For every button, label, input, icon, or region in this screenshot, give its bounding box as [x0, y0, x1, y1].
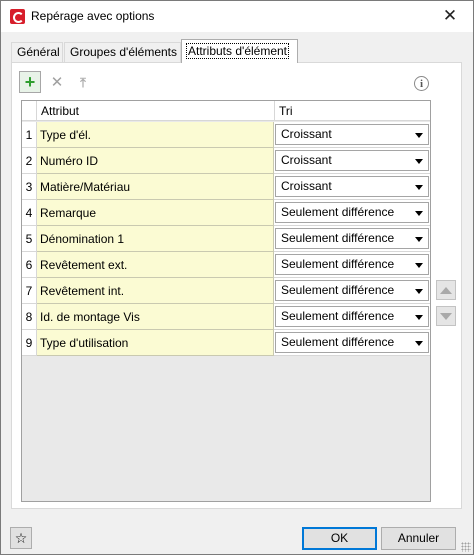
table-row[interactable]: 7 Revêtement int. Seulement différence	[22, 278, 430, 304]
delete-row-button[interactable]: ✕	[46, 71, 68, 93]
sort-select[interactable]: Seulement différence	[275, 280, 429, 301]
attribute-cell[interactable]: Dénomination 1	[37, 226, 274, 252]
table-row[interactable]: 2 Numéro ID Croissant	[22, 148, 430, 174]
tab-element-attributes-label: Attributs d'élément	[186, 43, 290, 59]
sort-select[interactable]: Croissant	[275, 150, 429, 171]
row-number[interactable]: 2	[22, 148, 37, 174]
close-button[interactable]: ✕	[431, 1, 469, 31]
info-icon[interactable]: i	[414, 76, 429, 91]
arrow-up-icon	[440, 286, 452, 294]
chevron-down-icon	[415, 289, 423, 294]
add-row-button[interactable]: +	[19, 71, 41, 93]
row-number[interactable]: 6	[22, 252, 37, 278]
chevron-down-icon	[415, 185, 423, 190]
row-number[interactable]: 9	[22, 330, 37, 356]
arrow-down-icon	[440, 312, 452, 320]
sort-cell: Seulement différence	[274, 304, 430, 330]
ok-button[interactable]: OK	[302, 527, 377, 550]
attribute-cell[interactable]: Type d'utilisation	[37, 330, 274, 356]
sort-cell: Seulement différence	[274, 252, 430, 278]
chevron-down-icon	[415, 211, 423, 216]
column-header-attribute[interactable]: Attribut	[41, 104, 79, 118]
resize-grip[interactable]	[461, 542, 471, 552]
sort-select-value: Seulement différence	[281, 335, 395, 349]
favorites-button[interactable]: ☆	[10, 527, 32, 549]
sort-select[interactable]: Seulement différence	[275, 202, 429, 223]
table-row[interactable]: 4 Remarque Seulement différence	[22, 200, 430, 226]
add-row-icon: +	[24, 72, 36, 92]
sort-select-value: Croissant	[281, 153, 332, 167]
sort-select[interactable]: Seulement différence	[275, 306, 429, 327]
sort-select-value: Seulement différence	[281, 309, 395, 323]
row-number[interactable]: 1	[22, 122, 37, 148]
chevron-down-icon	[415, 315, 423, 320]
move-to-top-icon: ⤒	[80, 74, 86, 90]
table-row[interactable]: 3 Matière/Matériau Croissant	[22, 174, 430, 200]
row-number[interactable]: 5	[22, 226, 37, 252]
sort-cell: Croissant	[274, 148, 430, 174]
tab-element-groups[interactable]: Groupes d'éléments	[64, 42, 181, 62]
sort-select-value: Seulement différence	[281, 257, 395, 271]
sort-cell: Seulement différence	[274, 330, 430, 356]
chevron-down-icon	[415, 133, 423, 138]
window-title: Repérage avec options	[31, 9, 155, 23]
column-separator	[274, 101, 275, 121]
table-row[interactable]: 6 Revêtement ext. Seulement différence	[22, 252, 430, 278]
sort-select-value: Seulement différence	[281, 205, 395, 219]
row-number-header	[22, 101, 37, 121]
sort-select-value: Seulement différence	[281, 231, 395, 245]
table-row[interactable]: 1 Type d'él. Croissant	[22, 122, 430, 148]
dialog-window: Repérage avec options ✕ Général Groupes …	[0, 0, 474, 555]
chevron-down-icon	[415, 159, 423, 164]
attribute-cell[interactable]: Revêtement ext.	[37, 252, 274, 278]
sort-select-value: Croissant	[281, 127, 332, 141]
row-number[interactable]: 8	[22, 304, 37, 330]
table-row[interactable]: 8 Id. de montage Vis Seulement différenc…	[22, 304, 430, 330]
attributes-grid: Attribut Tri 1 Type d'él. Croissant 2 Nu…	[21, 100, 431, 502]
row-number[interactable]: 3	[22, 174, 37, 200]
attributes-panel: + ✕ ⤒ i Attribut Tri 1 Type d'él. Croiss…	[11, 62, 462, 509]
attribute-cell[interactable]: Revêtement int.	[37, 278, 274, 304]
row-number[interactable]: 4	[22, 200, 37, 226]
move-to-top-button[interactable]: ⤒	[72, 71, 94, 93]
row-number[interactable]: 7	[22, 278, 37, 304]
move-down-button[interactable]	[436, 306, 456, 326]
app-logo-icon	[10, 9, 25, 24]
sort-cell: Croissant	[274, 122, 430, 148]
sort-select[interactable]: Seulement différence	[275, 332, 429, 353]
attribute-cell[interactable]: Id. de montage Vis	[37, 304, 274, 330]
attribute-cell[interactable]: Type d'él.	[37, 122, 274, 148]
grid-header: Attribut Tri	[22, 101, 430, 121]
sort-select[interactable]: Croissant	[275, 176, 429, 197]
sort-cell: Croissant	[274, 174, 430, 200]
chevron-down-icon	[415, 263, 423, 268]
title-bar: Repérage avec options ✕	[1, 1, 473, 32]
sort-cell: Seulement différence	[274, 226, 430, 252]
column-header-sort[interactable]: Tri	[279, 104, 293, 118]
tab-element-attributes[interactable]: Attributs d'élément	[181, 39, 298, 63]
sort-cell: Seulement différence	[274, 278, 430, 304]
delete-row-icon: ✕	[50, 73, 64, 91]
table-row[interactable]: 5 Dénomination 1 Seulement différence	[22, 226, 430, 252]
attribute-cell[interactable]: Numéro ID	[37, 148, 274, 174]
star-icon: ☆	[14, 529, 28, 546]
sort-select-value: Croissant	[281, 179, 332, 193]
chevron-down-icon	[415, 237, 423, 242]
tab-general[interactable]: Général	[11, 42, 63, 62]
table-row[interactable]: 9 Type d'utilisation Seulement différenc…	[22, 330, 430, 356]
cancel-button[interactable]: Annuler	[381, 527, 456, 550]
move-up-button[interactable]	[436, 280, 456, 300]
sort-select[interactable]: Seulement différence	[275, 228, 429, 249]
sort-cell: Seulement différence	[274, 200, 430, 226]
sort-select[interactable]: Seulement différence	[275, 254, 429, 275]
attribute-cell[interactable]: Matière/Matériau	[37, 174, 274, 200]
sort-select[interactable]: Croissant	[275, 124, 429, 145]
chevron-down-icon	[415, 341, 423, 346]
attribute-cell[interactable]: Remarque	[37, 200, 274, 226]
sort-select-value: Seulement différence	[281, 283, 395, 297]
